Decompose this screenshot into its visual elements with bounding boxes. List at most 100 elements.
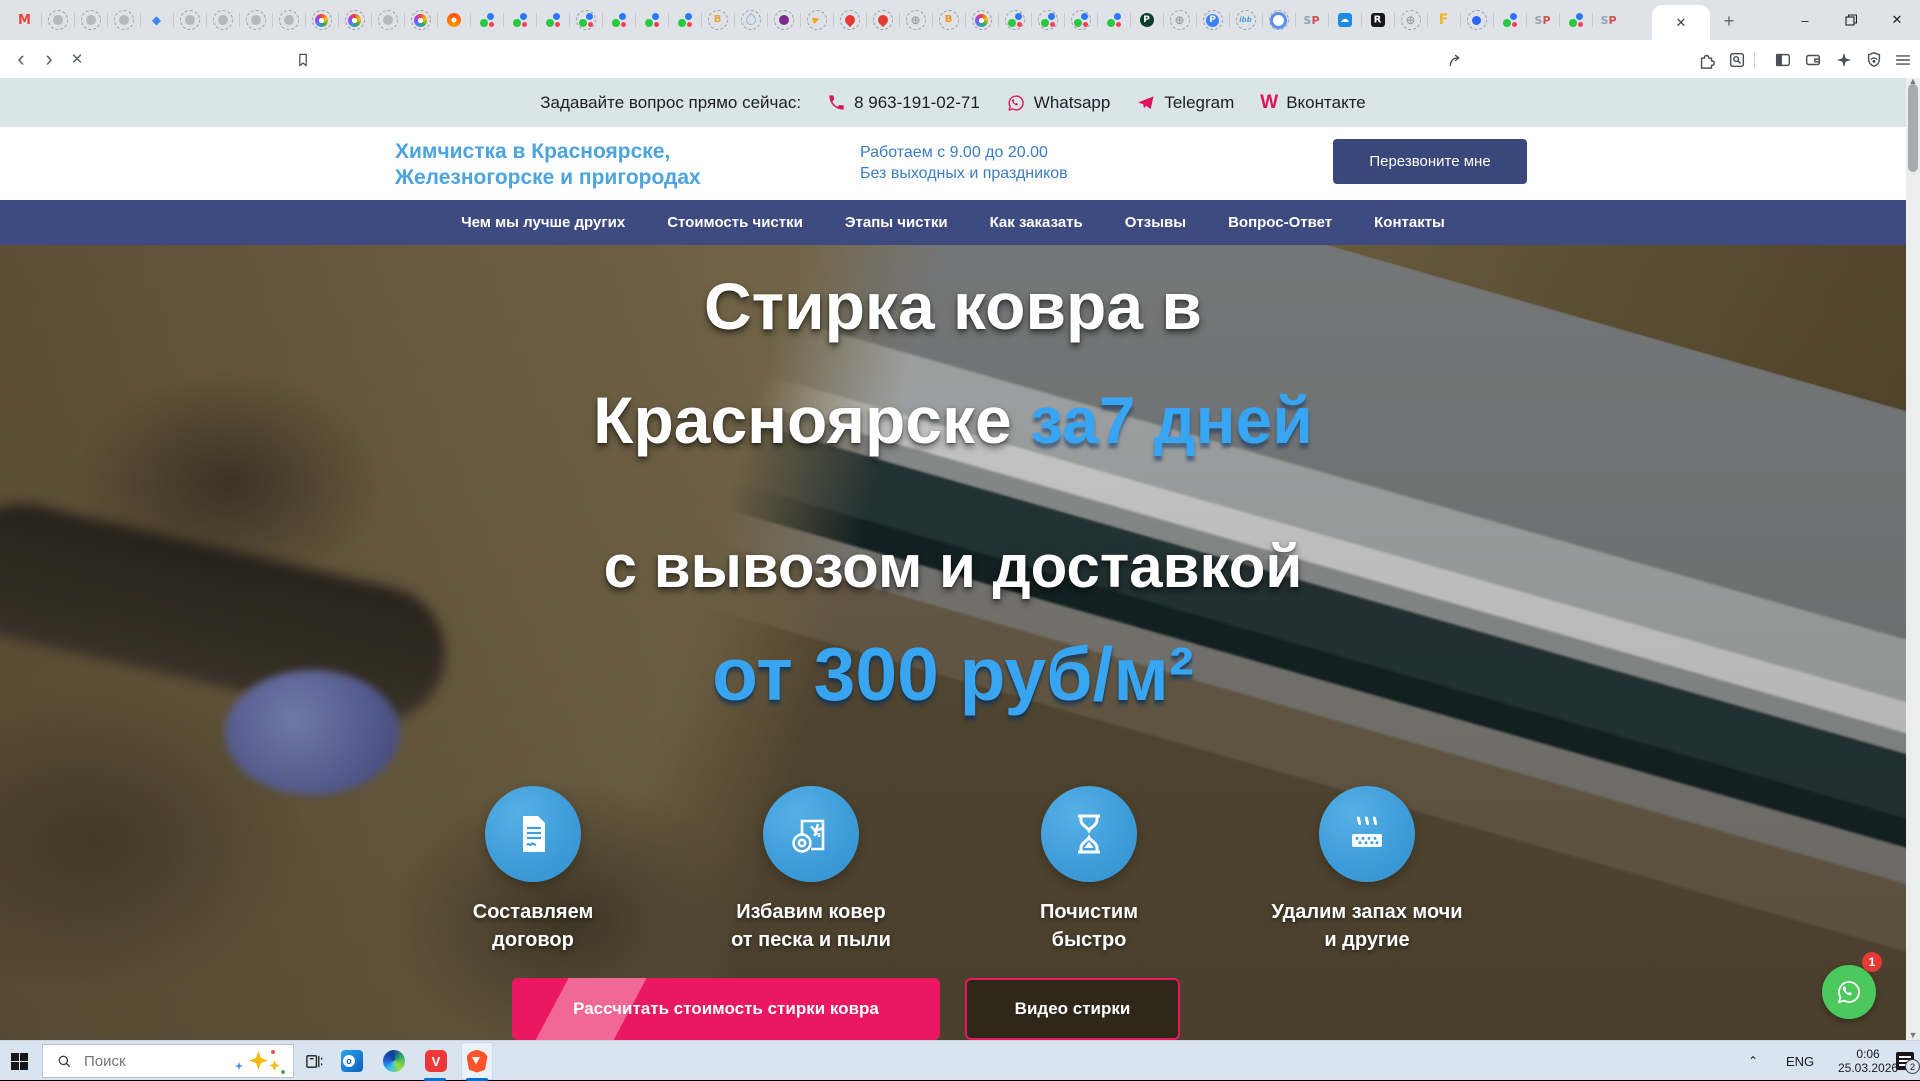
browser-tab-drop-icon[interactable]	[734, 0, 767, 40]
browser-tab-cloud-icon[interactable]: ☁	[1328, 0, 1361, 40]
browser-tab-rlogo-icon[interactable]: R	[1361, 0, 1394, 40]
browser-tab-cluster-icon[interactable]	[602, 0, 635, 40]
browser-tab-dashed-icon[interactable]	[41, 0, 74, 40]
browser-tab-ring-icon[interactable]	[338, 0, 371, 40]
browser-tab-cluster-icon[interactable]	[635, 0, 668, 40]
browser-tab-cluster-d-icon[interactable]	[569, 0, 602, 40]
tab-close-icon[interactable]: ✕	[1676, 15, 1687, 31]
browser-tab-cluster-icon[interactable]	[1559, 0, 1592, 40]
browser-tab-gmail-icon[interactable]: M	[8, 0, 41, 40]
browser-tab-greenP-icon[interactable]: P	[1130, 0, 1163, 40]
vk-link[interactable]: W Вконтакте	[1260, 92, 1365, 114]
nav-item-order[interactable]: Как заказать	[990, 214, 1083, 231]
taskbar-search[interactable]	[42, 1044, 294, 1078]
browser-tab-sp-icon[interactable]: SP	[1592, 0, 1625, 40]
browser-tab-dashed-icon[interactable]	[107, 0, 140, 40]
browser-tab-dashed-icon[interactable]	[371, 0, 404, 40]
browser-tab-dashed-icon[interactable]	[272, 0, 305, 40]
share-icon[interactable]	[1444, 49, 1466, 71]
callback-button[interactable]: Перезвоните мне	[1333, 139, 1527, 184]
browser-tab-cluster-icon[interactable]	[536, 0, 569, 40]
active-tab[interactable]: ✕	[1652, 5, 1710, 40]
outlook-icon[interactable]: o	[340, 1049, 364, 1073]
browser-tab-flogo-icon[interactable]: F	[1427, 0, 1460, 40]
browser-tab-dashed-icon[interactable]	[239, 0, 272, 40]
browser-tab-globe-icon[interactable]: ⊕	[1394, 0, 1427, 40]
browser-tab-sp-icon[interactable]: SP	[1526, 0, 1559, 40]
nav-item-faq[interactable]: Вопрос-Ответ	[1228, 214, 1332, 231]
browser-tab-target-icon[interactable]	[1262, 0, 1295, 40]
browser-tab-cluster-icon[interactable]	[470, 0, 503, 40]
browser-tab-pin-icon[interactable]	[866, 0, 899, 40]
browser-tab-ring-icon[interactable]	[404, 0, 437, 40]
task-view-icon[interactable]	[302, 1049, 326, 1073]
browser-tab-pin-icon[interactable]	[833, 0, 866, 40]
leo-ai-sparkle-icon[interactable]	[1833, 49, 1855, 71]
whatsapp-link[interactable]: Whatsapp	[1006, 93, 1111, 113]
nav-item-stages[interactable]: Этапы чистки	[845, 214, 948, 231]
scrollbar-thumb[interactable]	[1908, 84, 1918, 172]
page-scrollbar[interactable]: ▲ ▼	[1906, 78, 1920, 1040]
browser-tab-cluster-icon[interactable]	[1097, 0, 1130, 40]
start-button[interactable]	[11, 1053, 28, 1070]
telegram-link[interactable]: Telegram	[1136, 93, 1234, 113]
sidebar-icon[interactable]	[1772, 49, 1794, 71]
browser-tab-ring-icon[interactable]	[965, 0, 998, 40]
browser-tab-pointer-icon[interactable]: ▶	[800, 0, 833, 40]
browser-tab-orange-icon[interactable]	[437, 0, 470, 40]
window-restore-button[interactable]	[1828, 0, 1874, 40]
vpn-shield-icon[interactable]	[1863, 49, 1885, 71]
site-logo[interactable]: Химчистка в Красноярске, Железногорске и…	[395, 139, 701, 191]
nav-item-pricing[interactable]: Стоимость чистки	[667, 214, 803, 231]
calculate-cost-button[interactable]: Рассчитать стоимость стирки ковра	[512, 978, 940, 1040]
whatsapp-float-button[interactable]	[1822, 965, 1876, 1019]
browser-tab-cluster-icon[interactable]	[668, 0, 701, 40]
notification-icon: 2	[1896, 1052, 1914, 1070]
browser-tab-orangeB-icon[interactable]: B	[932, 0, 965, 40]
vivaldi-icon[interactable]: V	[424, 1049, 448, 1073]
browser-tab-dashed-icon[interactable]	[206, 0, 239, 40]
browser-tab-blueP-icon[interactable]: P	[1196, 0, 1229, 40]
browser-tab-globe-icon[interactable]: ⊕	[899, 0, 932, 40]
vk-label: Вконтакте	[1286, 93, 1366, 113]
browser-tab-ring-icon[interactable]	[305, 0, 338, 40]
page-search-icon[interactable]	[1726, 49, 1748, 71]
video-button[interactable]: Видео стирки	[965, 978, 1180, 1040]
phone-link[interactable]: 8 963-191-02-71	[827, 93, 980, 113]
extensions-puzzle-icon[interactable]	[1696, 49, 1718, 71]
browser-tab-cluster-icon[interactable]	[1493, 0, 1526, 40]
nav-item-reviews[interactable]: Отзывы	[1125, 214, 1186, 231]
clock[interactable]: 0:0625.03.2026	[1838, 1041, 1898, 1081]
notification-center[interactable]: 2	[1896, 1041, 1914, 1081]
window-close-button[interactable]: ✕	[1874, 0, 1920, 40]
browser-tab-cluster-d-icon[interactable]	[1031, 0, 1064, 40]
browser-tab-cluster-icon[interactable]	[503, 0, 536, 40]
browser-tab-cluster-d-icon[interactable]	[1064, 0, 1097, 40]
forward-button[interactable]: ›	[34, 44, 64, 74]
window-minimize-button[interactable]: –	[1782, 0, 1828, 40]
language-indicator[interactable]: ENG	[1786, 1041, 1814, 1081]
browser-tab-crystal-icon[interactable]: ◆	[140, 0, 173, 40]
nav-item-advantages[interactable]: Чем мы лучше других	[461, 214, 625, 231]
browser-tab-dashed-icon[interactable]	[173, 0, 206, 40]
back-button[interactable]: ‹	[6, 44, 36, 74]
bookmark-icon[interactable]	[292, 49, 314, 71]
browser-tab-btc-icon[interactable]: B	[701, 0, 734, 40]
browser-tab-dashed-icon[interactable]	[74, 0, 107, 40]
browser-tab-globe-icon[interactable]: ⊕	[1163, 0, 1196, 40]
browser-tab-sp-icon[interactable]: SP	[1295, 0, 1328, 40]
browser-tab-cluster-d-icon[interactable]	[998, 0, 1031, 40]
menu-hamburger-icon[interactable]	[1892, 49, 1914, 71]
tray-chevron[interactable]: ⌃	[1748, 1041, 1758, 1081]
search-input[interactable]	[82, 1052, 216, 1071]
nav-item-contacts[interactable]: Контакты	[1374, 214, 1445, 231]
wallet-icon[interactable]	[1802, 49, 1824, 71]
date: 25.03.2026	[1838, 1061, 1898, 1075]
browser-tab-ibb-icon[interactable]: ibb	[1229, 0, 1262, 40]
edge-icon[interactable]	[382, 1049, 406, 1073]
new-tab-button[interactable]: +	[1716, 8, 1742, 34]
browser-tab-purple-icon[interactable]	[767, 0, 800, 40]
browser-tab-bluedot-icon[interactable]	[1460, 0, 1493, 40]
stop-button[interactable]: ✕	[62, 44, 92, 74]
brave-icon[interactable]	[465, 1049, 489, 1073]
